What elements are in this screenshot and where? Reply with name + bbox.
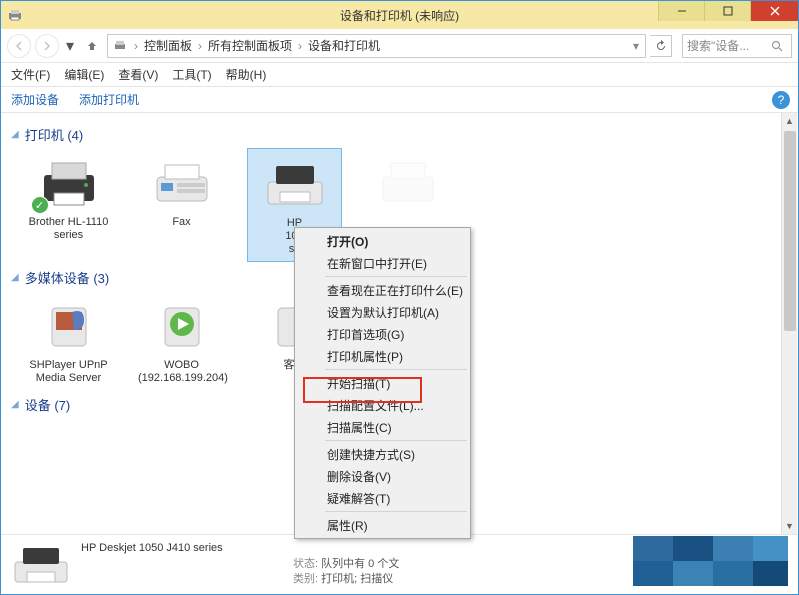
menu-separator [325, 369, 467, 370]
menu-printer-props[interactable]: 打印机属性(P) [297, 345, 468, 367]
menu-troubleshoot[interactable]: 疑难解答(T) [297, 487, 468, 509]
item-label: Fax [138, 216, 225, 229]
context-menu: 打开(O) 在新窗口中打开(E) 查看现在正在打印什么(E) 设置为默认打印机(… [294, 227, 471, 539]
breadcrumb-item[interactable]: 控制面板 [140, 37, 196, 54]
status-status-value: 队列中有 0 个文 [321, 558, 399, 570]
menu-scan-profiles[interactable]: 扫描配置文件(L)... [297, 394, 468, 416]
scroll-thumb[interactable] [784, 131, 796, 331]
group-printers-header[interactable]: ◢ 打印机 (4) [11, 125, 788, 144]
breadcrumb-item[interactable]: 设备和打印机 [304, 37, 384, 54]
nav-forward-button[interactable] [35, 34, 59, 58]
search-placeholder: 搜索"设备... [687, 37, 749, 54]
menu-view[interactable]: 查看(V) [118, 66, 158, 83]
media-item[interactable]: WOBO (192.168.199.204) [134, 291, 229, 389]
toolbar: 添加设备 添加打印机 ? [1, 87, 798, 113]
close-button[interactable] [750, 1, 798, 21]
chevron-right-icon: › [132, 39, 140, 53]
collapse-icon: ◢ [11, 399, 19, 410]
nav-history-dropdown[interactable]: ▾ [63, 34, 77, 58]
devices-icon [112, 38, 128, 54]
nav-up-button[interactable] [81, 35, 103, 57]
chevron-right-icon: › [296, 39, 304, 53]
app-icon [7, 7, 23, 23]
group-media-label: 多媒体设备 (3) [25, 268, 110, 287]
window-title: 设备和打印机 (未响应) [340, 7, 459, 24]
menu-separator [325, 511, 467, 512]
address-dropdown[interactable]: ▾ [627, 39, 645, 53]
scroll-down-button[interactable]: ▼ [782, 518, 798, 534]
status-thumbnail [11, 542, 71, 588]
titlebar: 设备和打印机 (未响应) [1, 1, 798, 29]
collapse-icon: ◢ [11, 129, 19, 140]
scroll-up-button[interactable]: ▲ [782, 113, 798, 129]
address-bar[interactable]: › 控制面板 › 所有控制面板项 › 设备和打印机 ▾ [107, 34, 646, 58]
chevron-right-icon: › [196, 39, 204, 53]
window-controls [658, 1, 798, 21]
nav-back-button[interactable] [7, 34, 31, 58]
menu-edit[interactable]: 编辑(E) [64, 66, 104, 83]
maximize-button[interactable] [704, 1, 750, 21]
refresh-button[interactable] [650, 35, 672, 57]
menu-separator [325, 440, 467, 441]
search-icon [771, 40, 783, 52]
breadcrumb-item[interactable]: 所有控制面板项 [204, 37, 296, 54]
printer-icon [259, 153, 331, 213]
menu-scan-props[interactable]: 扫描属性(C) [297, 416, 468, 438]
media-item[interactable]: SHPlayer UPnP Media Server [21, 291, 116, 389]
add-device-button[interactable]: 添加设备 [11, 91, 59, 108]
menu-print-prefs[interactable]: 打印首选项(G) [297, 323, 468, 345]
printer-item[interactable]: ✓ Brother HL-1110 series [21, 148, 116, 262]
menu-file[interactable]: 文件(F) [11, 66, 50, 83]
menu-help[interactable]: 帮助(H) [226, 66, 267, 83]
collapse-icon: ◢ [11, 272, 19, 283]
add-printer-button[interactable]: 添加打印机 [79, 91, 139, 108]
status-status-label: 状态: [293, 558, 318, 570]
search-input[interactable]: 搜索"设备... [682, 34, 792, 58]
default-check-icon: ✓ [31, 196, 49, 214]
menu-open[interactable]: 打开(O) [297, 230, 468, 252]
menubar: 文件(F) 编辑(E) 查看(V) 工具(T) 帮助(H) [1, 63, 798, 87]
navbar: ▾ › 控制面板 › 所有控制面板项 › 设备和打印机 ▾ 搜索"设备... [1, 29, 798, 63]
fax-item[interactable]: Fax [134, 148, 229, 262]
menu-open-new-window[interactable]: 在新窗口中打开(E) [297, 252, 468, 274]
printer-icon [372, 152, 444, 212]
group-printers-label: 打印机 (4) [25, 125, 84, 144]
media-player-icon [146, 295, 218, 355]
status-category-label: 类别: [293, 573, 318, 585]
menu-see-printing[interactable]: 查看现在正在打印什么(E) [297, 279, 468, 301]
menu-start-scan[interactable]: 开始扫描(T) [297, 372, 468, 394]
menu-properties[interactable]: 属性(R) [297, 514, 468, 536]
printer-icon: ✓ [33, 152, 105, 212]
menu-create-shortcut[interactable]: 创建快捷方式(S) [297, 443, 468, 465]
fax-icon [146, 152, 218, 212]
help-button[interactable]: ? [772, 91, 790, 109]
menu-tools[interactable]: 工具(T) [172, 66, 211, 83]
item-label: SHPlayer UPnP Media Server [25, 359, 112, 385]
group-devices-label: 设备 (7) [25, 395, 71, 414]
vertical-scrollbar[interactable]: ▲ ▼ [781, 113, 797, 534]
item-label: Brother HL-1110 series [25, 216, 112, 242]
menu-remove-device[interactable]: 删除设备(V) [297, 465, 468, 487]
menu-set-default[interactable]: 设置为默认打印机(A) [297, 301, 468, 323]
status-category-value: 打印机; 扫描仪 [321, 573, 393, 585]
media-server-icon [33, 295, 105, 355]
pixelated-overlay [633, 536, 788, 586]
item-label: WOBO (192.168.199.204) [138, 359, 225, 385]
minimize-button[interactable] [658, 1, 704, 21]
menu-separator [325, 276, 467, 277]
